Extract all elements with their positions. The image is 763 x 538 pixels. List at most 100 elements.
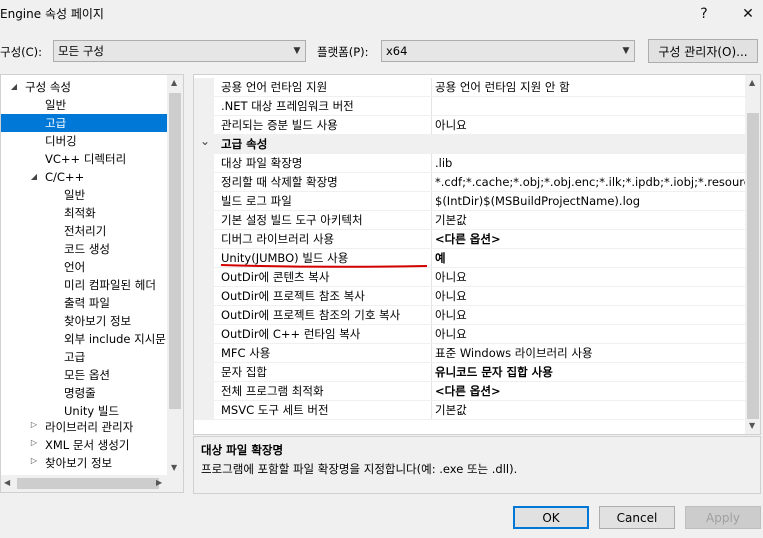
column-divider — [431, 325, 432, 344]
description-panel: 대상 파일 확장명 프로그램에 포함할 파일 확장명을 지정합니다(예: .ex… — [193, 436, 761, 494]
property-row[interactable]: 문자 집합 유니코드 문자 집합 사용 — [194, 363, 745, 382]
cancel-button[interactable]: Cancel — [599, 506, 675, 529]
row-gutter — [194, 287, 214, 306]
scrollbar-thumb[interactable] — [747, 113, 759, 419]
platform-dropdown[interactable]: x64 ▼ — [381, 40, 635, 62]
tree-item-config-props[interactable]: 구성 속성 — [25, 78, 71, 96]
row-gutter — [194, 97, 214, 116]
property-value[interactable]: 아니요 — [435, 116, 745, 135]
property-row[interactable]: MFC 사용 표준 Windows 라이브러리 사용 — [194, 344, 745, 363]
tree-item[interactable]: 전처리기 — [64, 222, 106, 240]
property-row[interactable]: MSVC 도구 세트 버전 기본값 — [194, 401, 745, 420]
scroll-right-icon[interactable]: ▶ — [156, 478, 162, 487]
property-grid[interactable]: 공용 언어 런타임 지원 공용 언어 런타임 지원 안 함 .NET 대상 프레임워… — [193, 74, 761, 435]
tree-item[interactable]: 찾아보기 정보 — [45, 454, 112, 472]
column-divider — [431, 306, 432, 325]
property-name: 정리할 때 삭제할 확장명 — [221, 175, 338, 189]
property-value[interactable]: $(IntDir)$(MSBuildProjectName).log — [435, 192, 745, 211]
property-row[interactable]: OutDir에 프로젝트 참조 복사 아니요 — [194, 287, 745, 306]
property-row[interactable]: 공용 언어 런타임 지원 공용 언어 런타임 지원 안 함 — [194, 78, 745, 97]
collapse-chevron-icon[interactable]: ⌄ — [200, 132, 210, 151]
property-value[interactable]: 유니코드 문자 집합 사용 — [435, 363, 745, 382]
property-value[interactable]: 아니요 — [435, 287, 745, 306]
tree-item[interactable]: 미리 컴파일된 헤더 — [64, 276, 156, 294]
scroll-down-icon[interactable]: ▼ — [171, 463, 177, 472]
property-name: MFC 사용 — [221, 346, 271, 360]
property-row[interactable]: 빌드 로그 파일 $(IntDir)$(MSBuildProjectName).l… — [194, 192, 745, 211]
tree-item[interactable]: 디버깅 — [45, 132, 77, 150]
column-divider — [431, 344, 432, 363]
tree-item[interactable]: 일반 — [64, 186, 85, 204]
property-value[interactable]: *.cdf;*.cache;*.obj;*.obj.enc;*.ilk;*.ip… — [435, 173, 745, 192]
tree-item[interactable]: 모든 옵션 — [64, 366, 110, 384]
property-value[interactable]: 표준 Windows 라이브러리 사용 — [435, 344, 745, 363]
tree-item[interactable]: 라이브러리 관리자 — [45, 418, 133, 436]
column-divider — [431, 382, 432, 401]
row-gutter — [194, 230, 214, 249]
collapsed-arrow-icon[interactable]: ▷ — [29, 456, 39, 465]
property-value[interactable]: <다른 옵션> — [435, 230, 745, 249]
property-value[interactable]: 예 — [435, 249, 745, 268]
row-gutter — [194, 344, 214, 363]
tree-item[interactable]: 코드 생성 — [64, 240, 110, 258]
row-gutter — [194, 173, 214, 192]
property-value[interactable]: 기본값 — [435, 211, 745, 230]
property-row[interactable]: OutDir에 C++ 런타임 복사 아니요 — [194, 325, 745, 344]
platform-dropdown-value: x64 — [386, 44, 408, 58]
property-row[interactable]: 전체 프로그램 최적화 <다른 옵션> — [194, 382, 745, 401]
chevron-down-icon: ▼ — [622, 46, 630, 56]
scroll-left-icon[interactable]: ◀ — [4, 478, 10, 487]
property-value[interactable]: 아니요 — [435, 325, 745, 344]
help-button[interactable]: ? — [684, 0, 724, 28]
property-value[interactable]: 기본값 — [435, 401, 745, 420]
property-row[interactable]: 디버그 라이브러리 사용 <다른 옵션> — [194, 230, 745, 249]
expanded-arrow-icon[interactable]: ◢ — [9, 82, 19, 91]
ok-button[interactable]: OK — [513, 506, 589, 529]
property-name: OutDir에 프로젝트 참조 복사 — [221, 289, 365, 303]
property-tree[interactable]: ◢ 구성 속성 일반 고급 디버깅 VC++ 디렉터리 ◢ C/C++ 일반 최… — [0, 74, 184, 493]
scroll-down-icon[interactable]: ▼ — [749, 421, 755, 430]
scroll-up-icon[interactable]: ▲ — [749, 78, 755, 87]
tree-item[interactable]: XML 문서 생성기 — [45, 436, 129, 454]
scrollbar-thumb[interactable] — [169, 93, 181, 409]
tree-item[interactable]: 최적화 — [64, 204, 96, 222]
tree-vertical-scrollbar[interactable]: ▲ ▼ — [167, 75, 183, 475]
property-value[interactable]: 공용 언어 런타임 지원 안 함 — [435, 78, 745, 97]
property-row[interactable]: 정리할 때 삭제할 확장명 *.cdf;*.cache;*.obj;*.obj.e… — [194, 173, 745, 192]
tree-item[interactable]: 외부 include 지시문 — [64, 330, 166, 348]
property-row[interactable]: 기본 설정 빌드 도구 아키텍처 기본값 — [194, 211, 745, 230]
tree-item[interactable]: 고급 — [64, 348, 85, 366]
expanded-arrow-icon[interactable]: ◢ — [29, 172, 39, 181]
config-dropdown[interactable]: 모든 구성 ▼ — [53, 40, 306, 62]
scroll-up-icon[interactable]: ▲ — [171, 78, 177, 87]
tree-item[interactable]: 언어 — [64, 258, 85, 276]
property-value[interactable]: <다른 옵션> — [435, 382, 745, 401]
tree-item[interactable]: 명령줄 — [64, 384, 96, 402]
collapsed-arrow-icon[interactable]: ▷ — [29, 438, 39, 447]
collapsed-arrow-icon[interactable]: ▷ — [29, 420, 39, 429]
property-row[interactable]: .NET 대상 프레임워크 버전 — [194, 97, 745, 116]
platform-label: 플랫폼(P): — [317, 45, 369, 59]
tree-item[interactable]: 출력 파일 — [64, 294, 110, 312]
tree-item-cpp[interactable]: C/C++ — [45, 168, 84, 186]
tree-item[interactable]: 찾아보기 정보 — [64, 312, 131, 330]
property-value[interactable]: 아니요 — [435, 268, 745, 287]
tree-item-selected[interactable]: 고급 — [1, 114, 167, 132]
property-category-row[interactable]: ⌄ 고급 속성 — [194, 132, 745, 154]
property-row[interactable]: 대상 파일 확장명 .lib — [194, 154, 745, 173]
property-row[interactable]: OutDir에 콘텐츠 복사 아니요 — [194, 268, 745, 287]
tree-item[interactable]: 일반 — [45, 96, 66, 114]
property-name: .NET 대상 프레임워크 버전 — [221, 99, 354, 113]
close-button[interactable]: ✕ — [728, 0, 763, 28]
tree-item[interactable]: VC++ 디렉터리 — [45, 150, 126, 168]
property-row[interactable]: OutDir에 프로젝트 참조의 기호 복사 아니요 — [194, 306, 745, 325]
property-value[interactable]: 아니요 — [435, 306, 745, 325]
config-manager-button[interactable]: 구성 관리자(O)... — [648, 39, 758, 63]
scrollbar-thumb[interactable] — [17, 478, 159, 489]
property-value[interactable]: .lib — [435, 154, 745, 173]
apply-button[interactable]: Apply — [685, 506, 761, 529]
row-gutter: ⌄ — [194, 132, 214, 154]
tree-horizontal-scrollbar[interactable]: ◀ ▶ — [1, 475, 183, 492]
grid-vertical-scrollbar[interactable]: ▲ ▼ — [745, 75, 760, 434]
property-row[interactable]: 관리되는 증분 빌드 사용 아니요 — [194, 116, 745, 135]
